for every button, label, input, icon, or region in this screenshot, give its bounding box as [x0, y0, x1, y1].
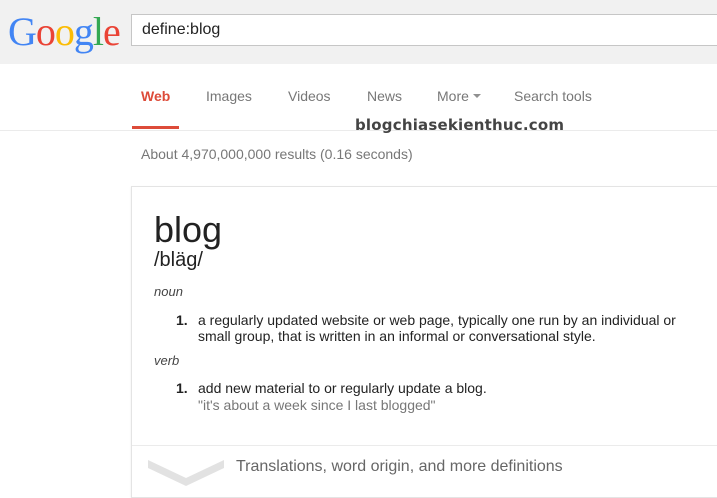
logo-letter: g — [73, 9, 94, 54]
tab-images[interactable]: Images — [206, 88, 252, 104]
chevron-down-icon[interactable] — [148, 456, 224, 486]
chevron-down-icon — [472, 94, 481, 99]
logo-letter: o — [35, 9, 56, 54]
tab-more[interactable]: More — [437, 88, 481, 104]
verb-sense-number: 1. — [176, 380, 188, 396]
tab-news[interactable]: News — [367, 88, 402, 104]
noun-definition-line-2: small group, that is written in an infor… — [198, 328, 596, 344]
tab-more-label: More — [437, 88, 469, 104]
phonetic: /bläg/ — [154, 249, 203, 271]
logo-letter: G — [8, 9, 37, 54]
more-definitions-row[interactable]: Translations, word origin, and more defi… — [132, 445, 717, 498]
part-of-speech-noun: noun — [154, 284, 183, 299]
more-definitions-link[interactable]: Translations, word origin, and more defi… — [236, 458, 563, 476]
tab-web[interactable]: Web — [141, 88, 170, 104]
tab-videos[interactable]: Videos — [288, 88, 331, 104]
search-box[interactable] — [131, 14, 717, 46]
verb-definition: add new material to or regularly update … — [198, 380, 487, 396]
noun-definition-line-1: a regularly updated website or web page,… — [198, 312, 676, 328]
logo-letter: o — [54, 9, 75, 54]
logo-letter: l — [92, 9, 104, 54]
definition-card: blog /bläg/ noun 1. a regularly updated … — [131, 186, 717, 498]
search-input[interactable] — [142, 21, 702, 39]
google-logo[interactable]: Google — [8, 9, 121, 54]
results-stats: About 4,970,000,000 results (0.16 second… — [141, 146, 413, 162]
header-bar: Google — [0, 0, 717, 64]
tab-search-tools[interactable]: Search tools — [514, 88, 592, 104]
logo-letter: e — [103, 9, 121, 54]
active-tab-indicator — [132, 126, 179, 129]
definition-word: blog — [154, 209, 223, 250]
watermark: blogchiasekienthuc.com — [355, 116, 565, 134]
noun-definition: a regularly updated website or web page,… — [198, 312, 717, 344]
part-of-speech-verb: verb — [154, 353, 180, 368]
noun-sense-number: 1. — [176, 312, 188, 328]
verb-example: "it's about a week since I last blogged" — [198, 397, 436, 413]
